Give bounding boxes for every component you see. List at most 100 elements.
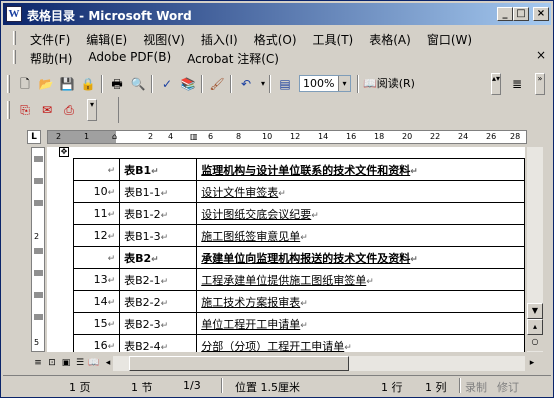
open-folder-icon[interactable]: 📂: [36, 75, 56, 93]
toolbar-options-chevron-icon[interactable]: »: [535, 73, 545, 95]
menubar-grip-2[interactable]: [13, 50, 16, 64]
form-code-cell[interactable]: 表B1-1↵: [119, 180, 198, 203]
form-title-cell[interactable]: 设计文件审签表↵: [196, 180, 525, 203]
word-app-icon[interactable]: W: [6, 6, 22, 22]
horizontal-scroll-track[interactable]: [113, 356, 525, 371]
outline-view-icon[interactable]: ☰: [73, 356, 87, 370]
row-number-cell[interactable]: 13↵: [72, 268, 121, 291]
form-code-cell[interactable]: 表B2↵: [119, 246, 198, 269]
form-title-cell[interactable]: 承建单位向监理机构报送的技术文件及资料↵: [196, 246, 525, 269]
scroll-track[interactable]: [527, 147, 543, 307]
pdf-review-icon[interactable]: ⎙: [59, 101, 79, 119]
scroll-down-icon[interactable]: ▼: [527, 303, 543, 319]
horizontal-scroll-thumb[interactable]: [129, 356, 349, 371]
form-title-cell[interactable]: 施工图纸签审意见单↵: [196, 224, 525, 247]
menu-window[interactable]: 窗口(W): [419, 29, 480, 47]
toolbar-grip[interactable]: [7, 75, 10, 93]
spelling-icon[interactable]: ✓: [157, 75, 177, 93]
form-title-link[interactable]: 施工技术方案报审表: [201, 296, 300, 309]
form-title-cell[interactable]: 设计图纸交底会议纪要↵: [196, 202, 525, 225]
menu-tools[interactable]: 工具(T): [305, 29, 362, 47]
read-mode-button[interactable]: 📖阅读(R): [363, 75, 427, 93]
menu-adobe-pdf[interactable]: Adobe PDF(B): [80, 48, 179, 66]
form-title-cell[interactable]: 单位工程开工申请单↵: [196, 312, 525, 335]
form-title-cell[interactable]: 工程承建单位提供施工图纸审签单↵: [196, 268, 525, 291]
menubar-grip[interactable]: [13, 31, 16, 45]
row-number-cell[interactable]: 12↵: [72, 224, 121, 247]
form-code-cell[interactable]: 表B1-2↵: [119, 202, 198, 225]
form-code-cell[interactable]: 表B2-1↵: [119, 268, 198, 291]
table-row[interactable]: 10↵ 表B1-1↵ 设计文件审签表↵: [72, 180, 525, 203]
menu-view[interactable]: 视图(V): [135, 29, 193, 47]
vertical-scrollbar[interactable]: ▲ ▼ ▴ ○: [527, 147, 543, 352]
form-code-cell[interactable]: 表B2-2↵: [119, 290, 198, 313]
align-justify-icon[interactable]: ≣: [507, 75, 527, 93]
form-title-link[interactable]: 设计图纸交底会议纪要: [201, 208, 311, 221]
form-title-link[interactable]: 工程承建单位提供施工图纸审签单: [201, 274, 366, 287]
toolbar-options-chevron-icon[interactable]: ▴▾: [491, 73, 501, 95]
catalog-table[interactable]: ↵ 表B1↵ 监理机构与设计单位联系的技术文件和资料↵ 10↵ 表B1-1↵ 设计文件审签…: [72, 158, 525, 353]
menu-insert[interactable]: 插入(I): [193, 29, 246, 47]
form-title-link[interactable]: 单位工程开工申请单: [201, 318, 300, 331]
table-row[interactable]: ↵ 表B1↵ 监理机构与设计单位联系的技术文件和资料↵: [72, 158, 525, 181]
menu-acrobat-comments[interactable]: Acrobat 注释(C): [179, 48, 287, 66]
table-move-handle-icon[interactable]: ✥: [59, 147, 69, 157]
previous-page-icon[interactable]: ▴: [527, 319, 543, 335]
row-number-cell[interactable]: 16↵: [72, 334, 121, 352]
zoom-box[interactable]: 100% ▾: [299, 75, 351, 92]
new-document-icon[interactable]: 🗋: [15, 75, 35, 93]
form-title-cell[interactable]: 施工技术方案报审表↵: [196, 290, 525, 313]
menu-file[interactable]: 文件(F): [22, 29, 78, 47]
table-row[interactable]: ↵ 表B2↵ 承建单位向监理机构报送的技术文件及资料↵: [72, 246, 525, 269]
indent-marker-icon[interactable]: ⌂: [112, 132, 117, 141]
table-row[interactable]: 14↵ 表B2-2↵ 施工技术方案报审表↵: [72, 290, 525, 313]
form-title-cell[interactable]: 分部（分项）工程开工申请单↵: [196, 334, 525, 353]
save-icon[interactable]: 💾: [57, 75, 77, 93]
normal-view-icon[interactable]: ≡: [31, 356, 45, 370]
row-number-cell[interactable]: 14↵: [72, 290, 121, 313]
format-painter-icon[interactable]: 🖌: [207, 75, 227, 93]
status-track-changes[interactable]: 修订: [497, 379, 519, 395]
scroll-right-icon[interactable]: ▸: [525, 356, 539, 370]
table-row[interactable]: 11↵ 表B1-2↵ 设计图纸交底会议纪要↵: [72, 202, 525, 225]
print-preview-icon[interactable]: 🔍: [128, 75, 148, 93]
document-map-icon[interactable]: ▤: [275, 75, 295, 93]
menu-edit[interactable]: 编辑(E): [78, 29, 135, 47]
close-document-icon[interactable]: ×: [533, 49, 549, 63]
row-number-cell[interactable]: ↵: [72, 246, 121, 269]
menu-table[interactable]: 表格(A): [361, 29, 419, 47]
permission-icon[interactable]: 🔒: [78, 75, 98, 93]
select-browse-object-icon[interactable]: ○: [527, 335, 543, 351]
status-record[interactable]: 录制: [465, 379, 487, 395]
toolbar-options-chevron-icon[interactable]: ▾: [87, 99, 97, 121]
row-number-cell[interactable]: ↵: [72, 158, 121, 181]
form-code-cell[interactable]: 表B1-3↵: [119, 224, 198, 247]
form-title-link[interactable]: 设计文件审签表: [201, 186, 278, 199]
horizontal-ruler[interactable]: 2 1 ⌂ 2 4 ▥ 6 8 10 12 14 16 18 20 22 24 …: [47, 130, 527, 144]
print-layout-icon[interactable]: ▣: [59, 356, 73, 370]
convert-to-pdf-icon[interactable]: ⎘: [15, 101, 35, 119]
table-row[interactable]: 13↵ 表B2-1↵ 工程承建单位提供施工图纸审签单↵: [72, 268, 525, 291]
toolbar-grip[interactable]: [7, 101, 10, 119]
reading-layout-icon[interactable]: 📖: [87, 356, 101, 370]
form-title-link[interactable]: 监理机构与设计单位联系的技术文件和资料: [201, 164, 410, 177]
zoom-dropdown-icon[interactable]: ▾: [338, 76, 350, 91]
print-icon[interactable]: 🖶: [107, 75, 127, 93]
form-title-link[interactable]: 分部（分项）工程开工申请单: [201, 340, 344, 353]
table-row[interactable]: 12↵ 表B1-3↵ 施工图纸签审意见单↵: [72, 224, 525, 247]
research-icon[interactable]: 📚: [178, 75, 198, 93]
vertical-ruler[interactable]: 2 5: [31, 147, 45, 352]
pdf-email-icon[interactable]: ✉: [37, 101, 57, 119]
row-number-cell[interactable]: 10↵: [72, 180, 121, 203]
document-area[interactable]: ✥ ↵ 表B1↵ 监理机构与设计单位联系的技术文件和资料↵ 10↵ 表B1-1↵ 设计文件…: [47, 147, 525, 352]
table-row[interactable]: 15↵ 表B2-3↵ 单位工程开工申请单↵: [72, 312, 525, 335]
form-code-cell[interactable]: 表B2-3↵: [119, 312, 198, 335]
close-button[interactable]: ×: [533, 7, 549, 21]
web-layout-icon[interactable]: ⊡: [45, 356, 59, 370]
column-marker[interactable]: ▥: [190, 132, 198, 141]
table-row[interactable]: 16↵ 表B2-4↵ 分部（分项）工程开工申请单↵: [72, 334, 525, 353]
menu-format[interactable]: 格式(O): [246, 29, 305, 47]
row-number-cell[interactable]: 15↵: [72, 312, 121, 335]
minimize-button[interactable]: _: [497, 7, 513, 21]
form-title-link[interactable]: 承建单位向监理机构报送的技术文件及资料: [201, 252, 410, 265]
